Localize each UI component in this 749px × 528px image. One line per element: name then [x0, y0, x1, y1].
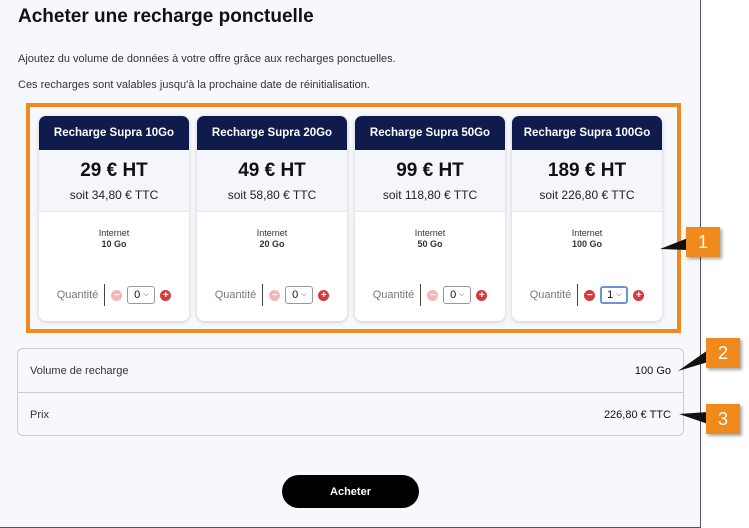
minus-icon[interactable]: −: [269, 289, 281, 301]
callout-2: 2: [706, 338, 740, 368]
card-price: 49 € HT soit 58,80 € TTC: [197, 150, 347, 212]
card-title: Recharge Supra 10Go: [39, 116, 189, 150]
callout-3: 3: [706, 404, 740, 434]
card-price: 29 € HT soit 34,80 € TTC: [39, 150, 189, 212]
chevron-down-icon: ⌵: [616, 291, 622, 298]
buy-button[interactable]: Acheter: [282, 475, 419, 508]
info-label: Internet: [414, 228, 446, 238]
card-info: Internet 10 Go: [39, 228, 189, 249]
card-price: 99 € HT soit 118,80 € TTC: [355, 150, 505, 212]
chevron-down-icon: ⌵: [143, 291, 149, 298]
plus-icon[interactable]: +: [633, 289, 645, 301]
page-frame: Acheter une recharge ponctuelle Ajoutez …: [0, 0, 701, 528]
quantity-label: Quantité: [56, 289, 99, 301]
quantity-control: Quantité − 1 ⌵ +: [512, 284, 662, 306]
info-value: 50 Go: [417, 239, 443, 249]
card-info: Internet 100 Go: [512, 228, 662, 249]
recharge-card-10go: Recharge Supra 10Go 29 € HT soit 34,80 €…: [39, 116, 189, 321]
page-title: Acheter une recharge ponctuelle: [18, 6, 314, 27]
price-ttc: soit 34,80 € TTC: [69, 188, 159, 202]
quantity-value: 1: [607, 289, 614, 301]
quantity-select[interactable]: 0 ⌵: [285, 286, 314, 304]
card-title: Recharge Supra 20Go: [197, 116, 347, 150]
minus-icon[interactable]: −: [111, 289, 123, 301]
price-ht: 29 € HT: [80, 160, 148, 181]
recharge-card-100go: Recharge Supra 100Go 189 € HT soit 226,8…: [512, 116, 662, 321]
quantity-label: Quantité: [529, 289, 572, 301]
callout-1: 1: [686, 227, 720, 257]
info-value: 20 Go: [259, 239, 285, 249]
quantity-value: 0: [450, 289, 457, 301]
card-title: Recharge Supra 50Go: [355, 116, 505, 150]
quantity-select[interactable]: 0 ⌵: [443, 286, 472, 304]
chevron-down-icon: ⌵: [301, 291, 307, 298]
info-label: Internet: [571, 228, 603, 238]
card-info: Internet 50 Go: [355, 228, 505, 249]
price-ttc: soit 58,80 € TTC: [227, 188, 317, 202]
summary-price-row: Prix 226,80 € TTC: [18, 393, 683, 437]
plus-icon[interactable]: +: [318, 289, 330, 301]
page-description-1: Ajoutez du volume de données à votre off…: [18, 53, 396, 65]
card-info: Internet 20 Go: [197, 228, 347, 249]
plus-icon[interactable]: +: [476, 289, 488, 301]
quantity-divider: [262, 284, 264, 306]
price-value: 226,80 € TTC: [603, 409, 671, 421]
volume-value: 100 Go: [634, 364, 671, 377]
recharge-card-50go: Recharge Supra 50Go 99 € HT soit 118,80 …: [355, 116, 505, 321]
card-title: Recharge Supra 100Go: [512, 116, 662, 150]
quantity-value: 0: [134, 289, 141, 301]
order-summary: Volume de recharge 100 Go Prix 226,80 € …: [17, 348, 684, 436]
price-label: Prix: [30, 409, 49, 421]
volume-label: Volume de recharge: [30, 364, 129, 377]
quantity-label: Quantité: [214, 289, 257, 301]
quantity-value: 0: [292, 289, 299, 301]
quantity-divider: [104, 284, 106, 306]
quantity-divider: [420, 284, 422, 306]
recharge-card-20go: Recharge Supra 20Go 49 € HT soit 58,80 €…: [197, 116, 347, 321]
price-ht: 49 € HT: [238, 160, 306, 181]
summary-volume-row: Volume de recharge 100 Go: [18, 349, 683, 393]
chevron-down-icon: ⌵: [459, 291, 465, 298]
page-description-2: Ces recharges sont valables jusqu'à la p…: [18, 79, 370, 91]
quantity-label: Quantité: [372, 289, 415, 301]
quantity-control: Quantité − 0 ⌵ +: [39, 284, 189, 306]
price-ht: 99 € HT: [396, 160, 464, 181]
quantity-select[interactable]: 0 ⌵: [127, 286, 156, 304]
price-ttc: soit 118,80 € TTC: [382, 188, 478, 202]
price-ttc: soit 226,80 € TTC: [539, 188, 635, 202]
info-label: Internet: [256, 228, 288, 238]
quantity-control: Quantité − 0 ⌵ +: [355, 284, 505, 306]
info-value: 10 Go: [101, 239, 127, 249]
price-ht: 189 € HT: [547, 160, 627, 181]
quantity-select[interactable]: 1 ⌵: [600, 286, 629, 304]
quantity-divider: [577, 284, 579, 306]
quantity-control: Quantité − 0 ⌵ +: [197, 284, 347, 306]
plus-icon[interactable]: +: [160, 289, 172, 301]
info-label: Internet: [98, 228, 130, 238]
info-value: 100 Go: [571, 239, 602, 249]
card-price: 189 € HT soit 226,80 € TTC: [512, 150, 662, 212]
minus-icon[interactable]: −: [584, 289, 596, 301]
minus-icon[interactable]: −: [427, 289, 439, 301]
